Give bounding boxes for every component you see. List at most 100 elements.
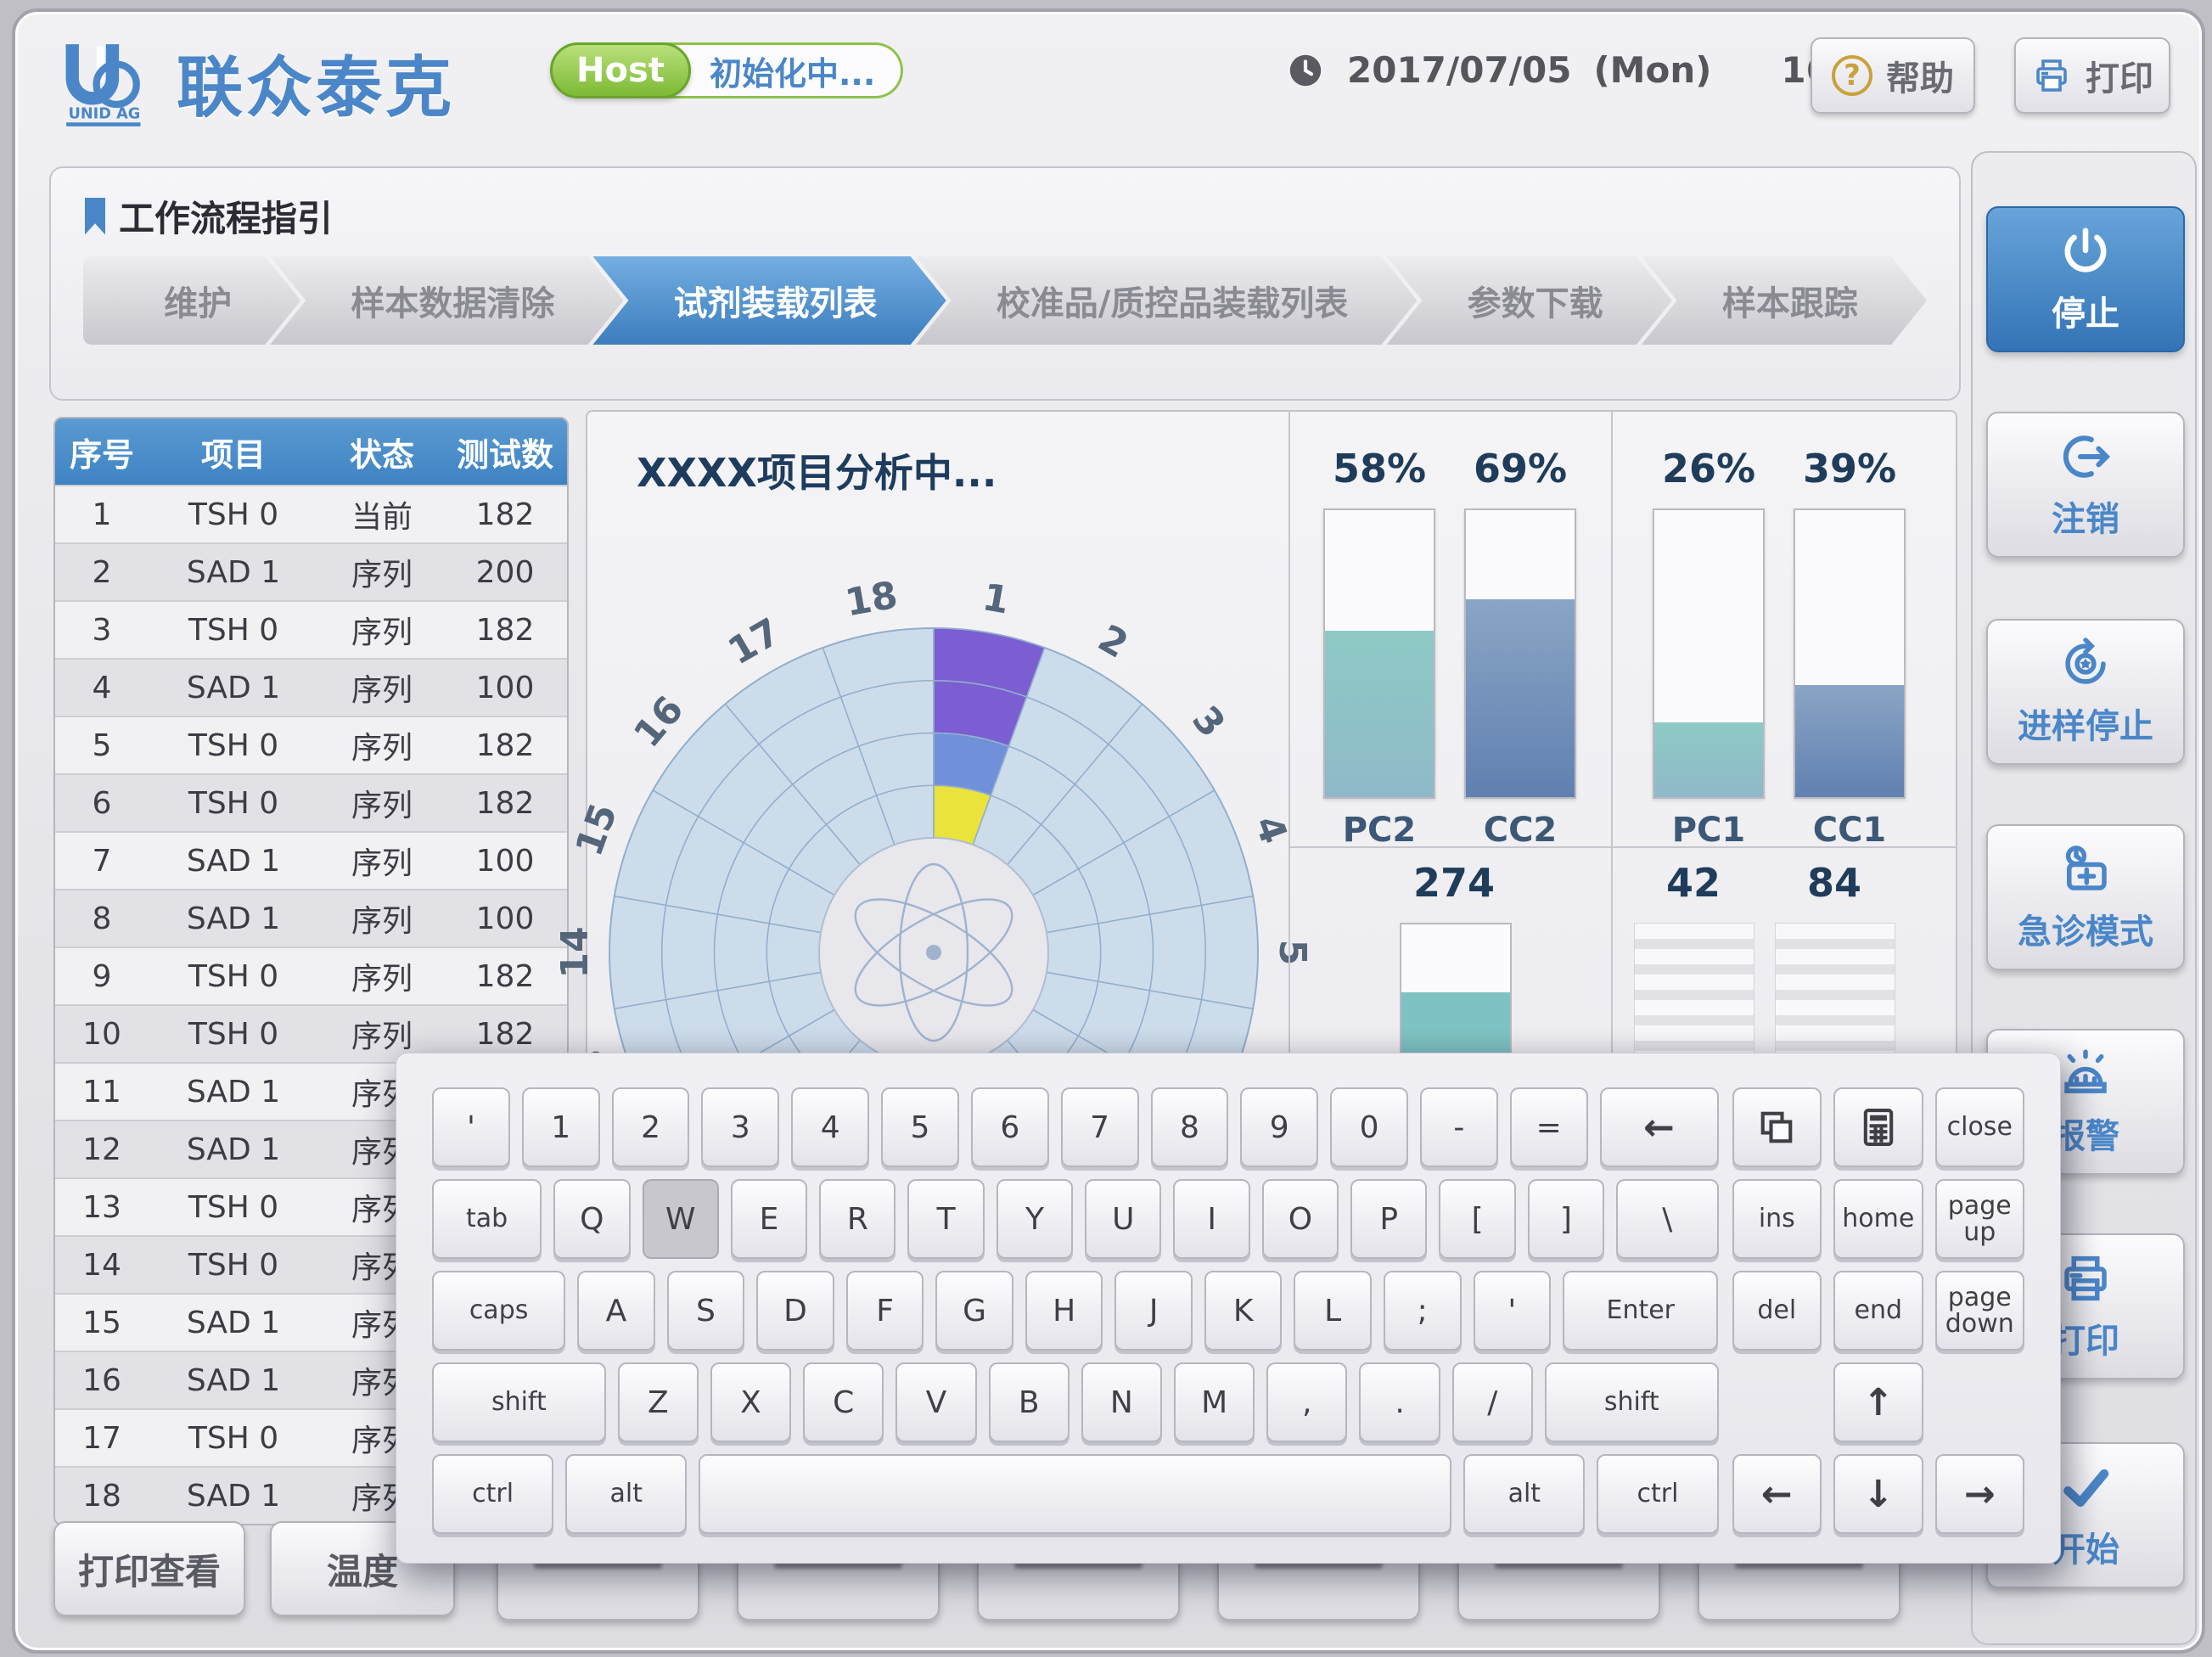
key-9[interactable]: 9 <box>1240 1087 1318 1167</box>
table-row[interactable]: 6TSH 0序列182 <box>55 773 567 831</box>
table-row[interactable]: 2SAD 1序列200 <box>55 542 567 600</box>
table-row[interactable]: 3TSH 0序列182 <box>55 600 567 658</box>
key-o[interactable]: O <box>1262 1179 1339 1259</box>
key-5[interactable]: 5 <box>881 1087 959 1167</box>
key-d[interactable]: D <box>756 1271 834 1351</box>
key-space[interactable] <box>699 1454 1451 1534</box>
table-row[interactable]: 9TSH 0序列182 <box>55 946 567 1004</box>
workflow-step[interactable]: 样本跟踪 <box>1642 256 1927 345</box>
key-c[interactable]: C <box>803 1362 884 1442</box>
key-alt[interactable]: alt <box>1463 1454 1585 1534</box>
workflow-step[interactable]: 试剂装载列表 <box>592 256 946 345</box>
key-i[interactable]: I <box>1173 1179 1249 1259</box>
key-x[interactable]: X <box>710 1362 791 1442</box>
key-alt[interactable]: alt <box>565 1454 687 1534</box>
key-p[interactable]: P <box>1350 1179 1427 1259</box>
gauge-PC1: 26%PC1 <box>1645 446 1772 850</box>
table-cell: 100 <box>446 902 564 936</box>
key-calc[interactable] <box>1833 1087 1923 1167</box>
key-u[interactable]: U <box>1085 1179 1161 1259</box>
key-left[interactable]: ← <box>1732 1454 1822 1534</box>
key-enter[interactable]: Enter <box>1563 1271 1718 1351</box>
table-row[interactable]: 4SAD 1序列100 <box>55 658 567 716</box>
help-button[interactable]: ? 帮助 <box>1811 37 1975 114</box>
keyboard-row: ctrlaltaltctrl←↓→ <box>432 1454 2024 1534</box>
key-b[interactable]: B <box>989 1362 1070 1442</box>
key-n[interactable]: N <box>1081 1362 1162 1442</box>
key-0[interactable]: 0 <box>1330 1087 1408 1167</box>
table-cell: 182 <box>446 497 564 532</box>
key--[interactable]: ; <box>1384 1271 1462 1351</box>
sidebar-button-停止[interactable]: 停止 <box>1986 206 2185 352</box>
key-e[interactable]: E <box>731 1179 807 1259</box>
key-shift[interactable]: shift <box>432 1362 606 1442</box>
key--[interactable]: . <box>1359 1362 1440 1442</box>
key-shift[interactable]: shift <box>1545 1362 1719 1442</box>
key-page-up[interactable]: page up <box>1935 1179 2024 1259</box>
key-4[interactable]: 4 <box>791 1087 869 1167</box>
table-row[interactable]: 5TSH 0序列182 <box>55 716 567 773</box>
key-8[interactable]: 8 <box>1151 1087 1229 1167</box>
key-m[interactable]: M <box>1174 1362 1255 1442</box>
table-row[interactable]: 1TSH 0当前182 <box>55 485 567 542</box>
sidebar-button-急诊模式[interactable]: 急诊模式 <box>1986 824 2185 970</box>
key-y[interactable]: Y <box>997 1179 1073 1259</box>
table-row[interactable]: 7SAD 1序列100 <box>55 831 567 889</box>
key-home[interactable]: home <box>1833 1179 1923 1259</box>
key--[interactable]: ' <box>1474 1271 1552 1351</box>
workflow-step[interactable]: 样本数据清除 <box>270 256 623 345</box>
key-g[interactable]: G <box>935 1271 1013 1351</box>
key-tab[interactable]: tab <box>432 1179 542 1259</box>
key-close[interactable]: close <box>1935 1087 2024 1167</box>
key-v[interactable]: V <box>895 1362 976 1442</box>
key-3[interactable]: 3 <box>701 1087 779 1167</box>
workflow-step[interactable]: 校准品/质控品装载列表 <box>916 256 1418 345</box>
key-7[interactable]: 7 <box>1061 1087 1139 1167</box>
key-r[interactable]: R <box>819 1179 895 1259</box>
key-caps[interactable]: caps <box>432 1271 565 1351</box>
workflow-step[interactable]: 维护 <box>83 256 300 345</box>
table-row[interactable]: 8SAD 1序列100 <box>55 889 567 946</box>
table-cell: 100 <box>446 844 564 879</box>
key-l[interactable]: L <box>1294 1271 1372 1351</box>
key-j[interactable]: J <box>1114 1271 1193 1351</box>
key-up[interactable]: ↑ <box>1833 1362 1923 1442</box>
key-h[interactable]: H <box>1025 1271 1103 1351</box>
key-right[interactable]: → <box>1935 1454 2024 1534</box>
key-del[interactable]: del <box>1732 1271 1822 1351</box>
key-s[interactable]: S <box>667 1271 745 1351</box>
key-layers[interactable] <box>1732 1087 1822 1167</box>
key-1[interactable]: 1 <box>522 1087 600 1167</box>
key-end[interactable]: end <box>1833 1271 1923 1351</box>
table-cell: SAD 1 <box>149 671 318 705</box>
key-down[interactable]: ↓ <box>1833 1454 1923 1534</box>
key-k[interactable]: K <box>1204 1271 1283 1351</box>
key--[interactable]: ' <box>432 1087 510 1167</box>
key-ctrl[interactable]: ctrl <box>1597 1454 1718 1534</box>
key--[interactable]: / <box>1452 1362 1533 1442</box>
key-page-down[interactable]: page down <box>1935 1271 2024 1351</box>
key-ins[interactable]: ins <box>1732 1179 1822 1259</box>
key--[interactable]: = <box>1510 1087 1588 1167</box>
key-t[interactable]: T <box>907 1179 984 1259</box>
key-backspace[interactable]: ← <box>1600 1087 1719 1167</box>
key-w[interactable]: W <box>643 1179 719 1259</box>
key-ctrl[interactable]: ctrl <box>432 1454 553 1534</box>
key--[interactable]: ] <box>1528 1179 1604 1259</box>
key-2[interactable]: 2 <box>612 1087 690 1167</box>
key--[interactable]: \ <box>1616 1179 1719 1259</box>
key--[interactable]: , <box>1266 1362 1347 1442</box>
key-6[interactable]: 6 <box>971 1087 1049 1167</box>
key-f[interactable]: F <box>846 1271 924 1351</box>
key--[interactable]: [ <box>1439 1179 1515 1259</box>
table-cell: 序列 <box>318 550 446 594</box>
print-button-header[interactable]: 打印 <box>2014 37 2170 114</box>
workflow-step[interactable]: 参数下载 <box>1387 256 1672 345</box>
sidebar-button-进样停止[interactable]: 进样停止 <box>1986 619 2185 765</box>
bottom-button[interactable]: 打印查看 <box>53 1521 245 1616</box>
key--[interactable]: - <box>1420 1087 1498 1167</box>
sidebar-button-注销[interactable]: 注销 <box>1986 412 2185 558</box>
key-q[interactable]: Q <box>553 1179 630 1259</box>
key-a[interactable]: A <box>577 1271 655 1351</box>
key-z[interactable]: Z <box>618 1362 699 1442</box>
